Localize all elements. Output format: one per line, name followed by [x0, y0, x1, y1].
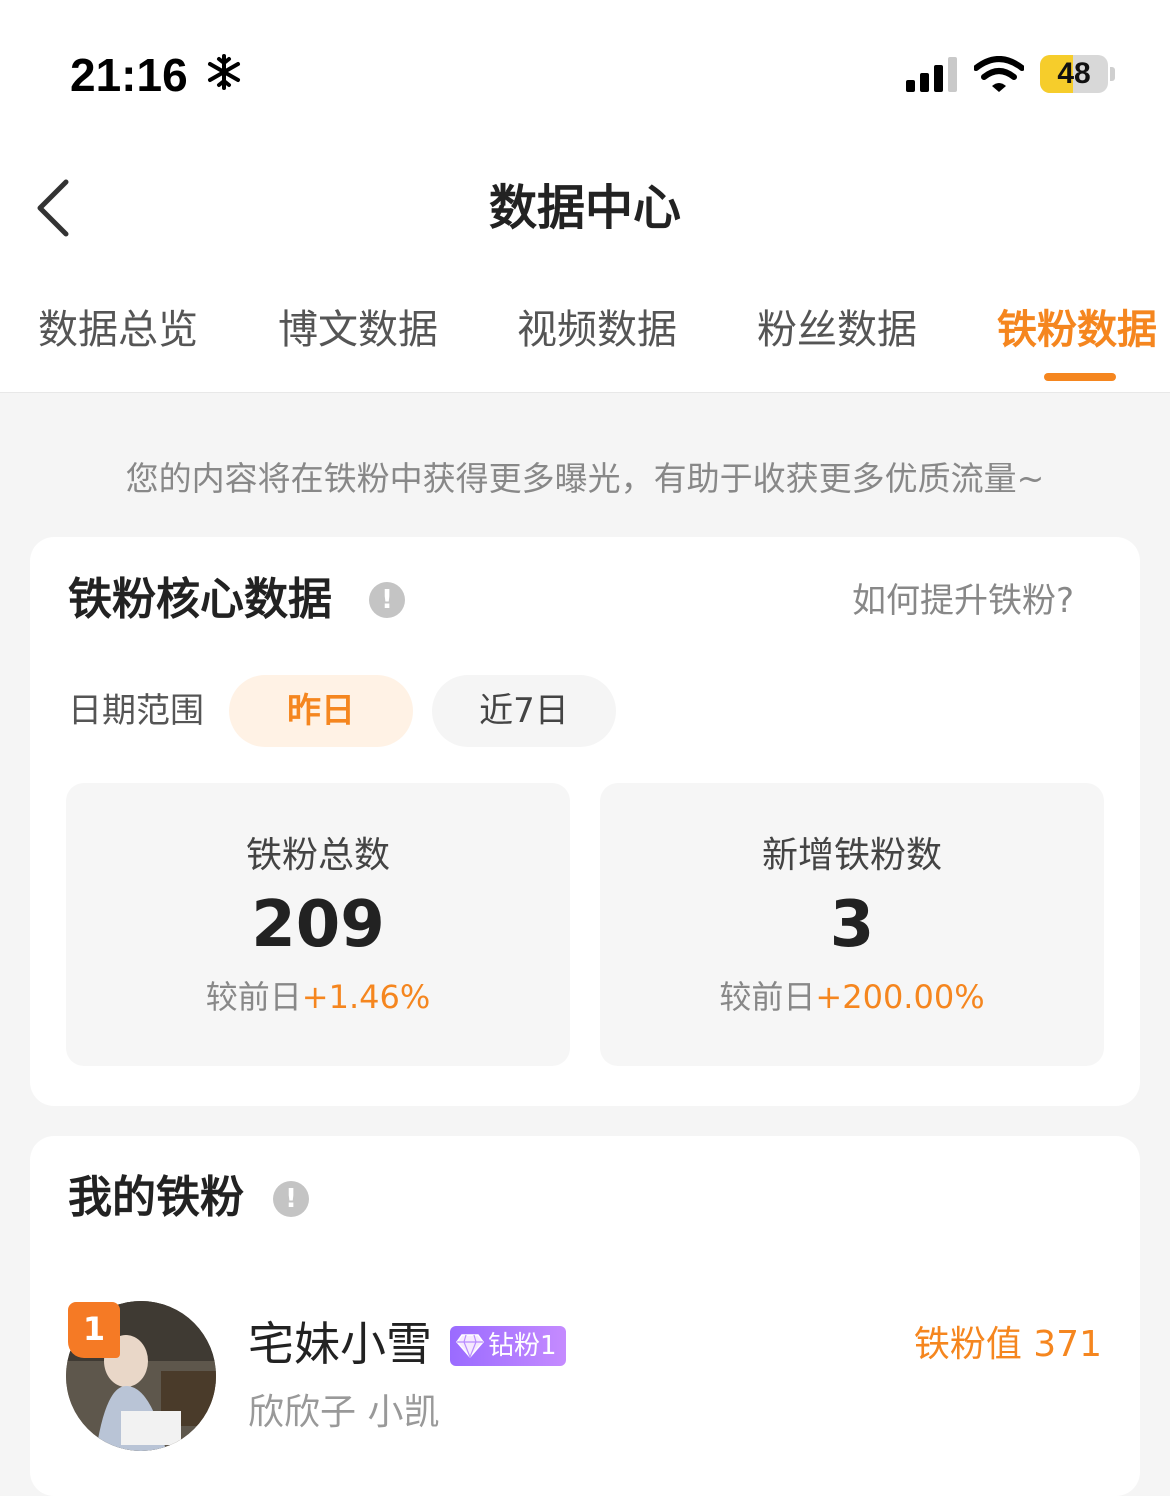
diamond-icon: [456, 1334, 484, 1358]
info-icon[interactable]: !: [273, 1181, 309, 1217]
wifi-icon: [974, 56, 1024, 92]
date-range-label: 日期范围: [68, 691, 204, 731]
status-time: 21:16: [70, 49, 188, 101]
page-title: 数据中心: [488, 180, 681, 236]
tab-posts[interactable]: 博文数据: [278, 302, 438, 358]
fan-level-badge: 钻粉1: [450, 1326, 566, 1366]
stat-label: 铁粉总数: [245, 835, 390, 876]
range-7days-button[interactable]: 近7日: [432, 675, 616, 747]
stat-change: 较前日+200.00%: [600, 974, 1104, 1020]
stat-change: 较前日+1.46%: [66, 974, 570, 1020]
battery-percent: 48: [1057, 57, 1091, 90]
stat-change-prefix: 较前日: [719, 978, 816, 1016]
fan-name[interactable]: 宅妹小雪: [248, 1314, 432, 1374]
stat-new-iron-fans: 新增铁粉数 3 较前日+200.00%: [600, 783, 1104, 1066]
tab-overview[interactable]: 数据总览: [38, 302, 198, 358]
stat-total-iron-fans: 铁粉总数 209 较前日+1.46%: [66, 783, 570, 1066]
stat-value: 3: [829, 888, 875, 962]
cellular-signal-icon: [906, 57, 957, 92]
my-fans-title: 我的铁粉: [68, 1172, 244, 1223]
info-icon[interactable]: !: [369, 582, 405, 618]
how-to-improve-link[interactable]: 如何提升铁粉?: [852, 576, 1074, 626]
tab-fans[interactable]: 粉丝数据: [757, 302, 917, 358]
battery-tip: [1110, 67, 1115, 81]
stat-label: 新增铁粉数: [761, 835, 942, 876]
tab-video[interactable]: 视频数据: [517, 302, 677, 358]
snowflake-icon: [208, 54, 240, 90]
fan-badge-label: 钻粉1: [488, 1331, 557, 1361]
rank-badge: 1: [68, 1302, 120, 1358]
tab-iron-fans[interactable]: 铁粉数据: [997, 302, 1157, 358]
tip-text: 您的内容将在铁粉中获得更多曝光，有助于收获更多优质流量~: [125, 459, 1045, 498]
stat-change-percent: +200.00%: [815, 978, 985, 1016]
iron-fan-value: 铁粉值 371: [913, 1324, 1102, 1365]
stat-change-prefix: 较前日: [205, 978, 302, 1016]
range-yesterday-button[interactable]: 昨日: [229, 675, 413, 747]
stat-change-percent: +1.46%: [301, 978, 431, 1016]
active-tab-indicator: [1044, 373, 1116, 381]
stat-value: 209: [251, 888, 385, 962]
battery-indicator: 48: [1040, 55, 1108, 93]
core-data-title: 铁粉核心数据: [68, 574, 332, 625]
fan-subtitle: 欣欣子 小凯: [248, 1392, 440, 1433]
